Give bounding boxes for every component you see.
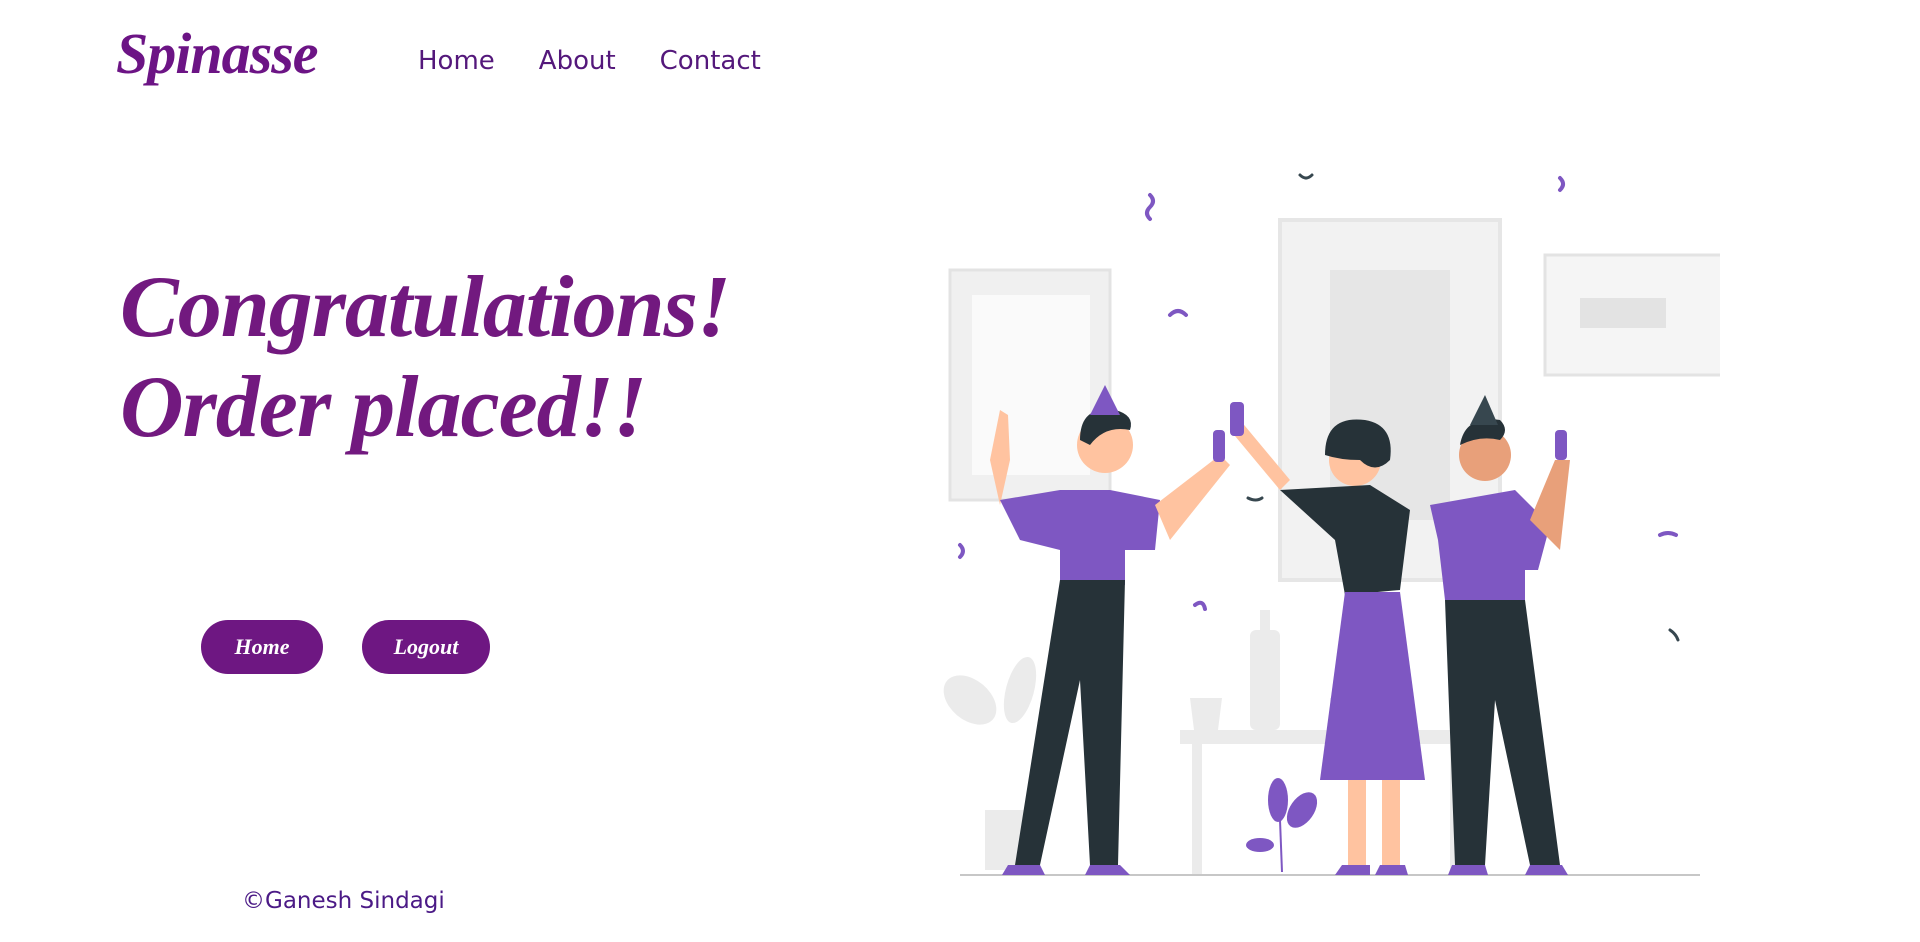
nav-about-link[interactable]: About [539,46,616,76]
nav-contact-link[interactable]: Contact [660,46,761,76]
nav-home-link[interactable]: Home [418,46,495,76]
heading-line-order-placed: Order placed!! [120,359,647,456]
confirmation-heading: Congratulations! Order placed!! [120,258,731,458]
home-button[interactable]: Home [201,620,323,674]
celebration-illustration-icon [943,173,1720,876]
heading-line-congratulations: Congratulations! [120,259,731,356]
copyright-footer: ©Ganesh Sindagi [242,888,445,914]
brand-logo[interactable]: Spinasse [116,22,319,86]
plant-icon [1246,778,1318,873]
logout-button[interactable]: Logout [362,620,490,674]
top-nav: Home About Contact [418,46,761,76]
